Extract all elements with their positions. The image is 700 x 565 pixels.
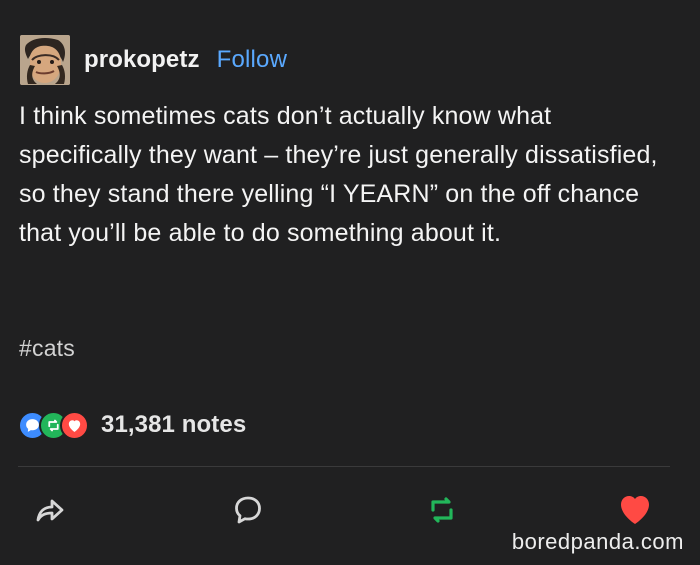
- reblog-icon: [431, 497, 453, 523]
- boredpanda-watermark: boredpanda.com: [511, 529, 684, 554]
- note-heart-icon: [60, 410, 89, 440]
- post-username[interactable]: prokopetz: [84, 46, 200, 74]
- like-button[interactable]: [616, 491, 654, 529]
- notes-count[interactable]: 31,381 notes: [101, 411, 246, 439]
- reply-icon: [235, 496, 261, 524]
- post-body-text: I think sometimes cats don’t actually kn…: [19, 102, 658, 247]
- avatar[interactable]: [20, 35, 70, 85]
- tumblr-post: prokopetz Follow I think sometimes cats …: [0, 0, 700, 565]
- post-header: prokopetz Follow: [20, 34, 287, 86]
- share-button[interactable]: [31, 491, 69, 529]
- post-divider: [18, 466, 670, 467]
- follow-button[interactable]: Follow: [217, 46, 288, 74]
- heart-icon: [621, 496, 649, 524]
- notes-summary[interactable]: 31,381 notes: [18, 406, 246, 444]
- reblog-button[interactable]: [423, 491, 461, 529]
- reply-button[interactable]: [229, 491, 267, 529]
- post-tag-cats[interactable]: #cats: [19, 335, 75, 362]
- share-icon: [36, 499, 64, 522]
- note-icons-stack: [18, 406, 89, 444]
- avatar-portrait-icon: [20, 35, 70, 85]
